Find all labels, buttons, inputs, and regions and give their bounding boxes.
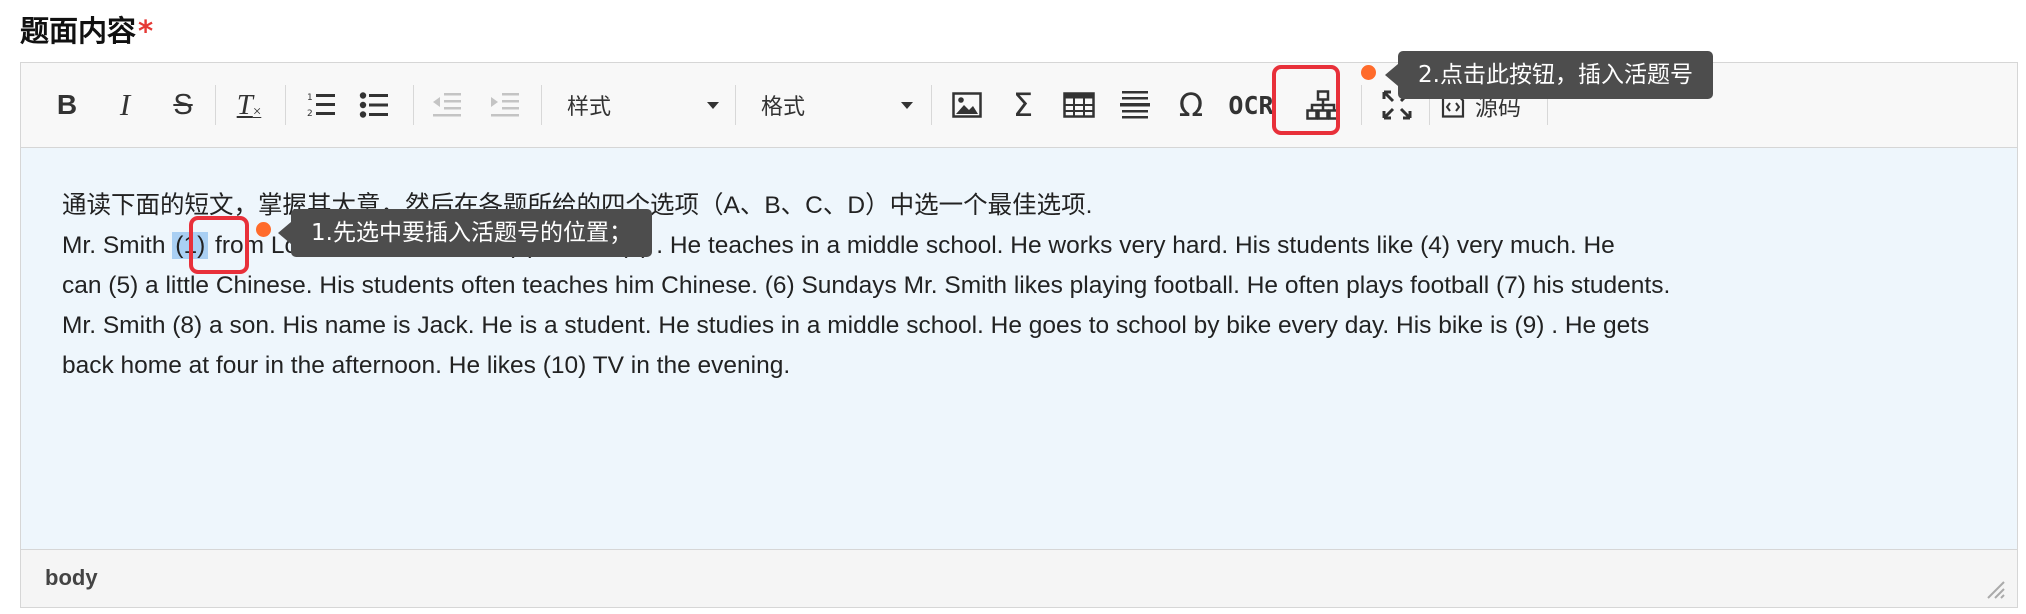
sigma-icon: Σ: [1012, 86, 1034, 124]
field-label: 题面内容*: [20, 8, 153, 50]
toolbar-separator: [735, 85, 736, 125]
toolbar-separator: [215, 85, 216, 125]
resize-grip-icon[interactable]: [1985, 579, 2005, 599]
insert-image-button[interactable]: [945, 81, 989, 129]
selection-highlight-box: [189, 216, 249, 274]
editor-toolbar: B I S T × 1 2 样式 格式 Σ Ω OCR 源码: [21, 63, 2017, 148]
toolbar-separator: [285, 85, 286, 125]
passage-line: Mr. Smith (8) a son. His name is Jack. H…: [62, 312, 1650, 339]
style-dropdown-label: 样式: [567, 95, 612, 120]
format-dropdown-label: 格式: [761, 95, 806, 120]
ocr-button[interactable]: OCR: [1223, 81, 1279, 129]
passage-line: back home at four in the afternoon. He l…: [62, 352, 791, 379]
required-mark: *: [138, 14, 154, 48]
element-path[interactable]: body: [45, 565, 98, 591]
style-dropdown[interactable]: 样式: [549, 83, 719, 127]
outdent-icon: [433, 93, 461, 117]
table-icon: [1063, 92, 1095, 118]
passage-line: can (5) a little Chinese. His students o…: [62, 272, 1671, 299]
marker-dot: [1361, 65, 1376, 80]
bullet-list-icon: [359, 92, 388, 118]
ordered-list-icon: 1 2: [307, 93, 335, 119]
rich-text-editor: B I S T × 1 2 样式 格式 Σ Ω OCR 源码 通读下面的短文，掌…: [20, 62, 2018, 608]
remove-format-button[interactable]: T ×: [227, 81, 271, 129]
field-label-text: 题面内容: [20, 14, 137, 48]
toolbar-separator: [931, 85, 932, 125]
outdent-button[interactable]: [425, 81, 469, 129]
marker-dot: [256, 222, 271, 237]
horizontal-lines-icon: [1120, 91, 1150, 119]
strikethrough-button[interactable]: S: [163, 81, 203, 129]
toolbar-separator: [541, 85, 542, 125]
omega-icon: Ω: [1178, 86, 1204, 124]
svg-text:2: 2: [307, 109, 313, 119]
special-char-button[interactable]: Ω: [1169, 81, 1213, 129]
insert-table-button[interactable]: [1057, 81, 1101, 129]
step1-tooltip: 1.先选中要插入活题号的位置；: [278, 209, 652, 257]
remove-format-x-icon: ×: [252, 103, 262, 120]
remove-format-label: T: [236, 88, 253, 121]
chevron-down-icon: [707, 101, 719, 109]
editor-statusbar: body: [21, 549, 2017, 607]
image-icon: [952, 92, 982, 118]
ordered-list-button[interactable]: 1 2: [299, 81, 345, 129]
passage-line-start: Mr. Smith: [62, 232, 166, 259]
toolbar-separator: [1361, 85, 1362, 125]
svg-text:1: 1: [307, 93, 313, 103]
italic-button[interactable]: I: [107, 81, 143, 129]
bullet-list-button[interactable]: [351, 81, 397, 129]
indent-button[interactable]: [483, 81, 527, 129]
step2-tooltip: 2.点击此按钮，插入活题号: [1385, 51, 1713, 99]
format-dropdown[interactable]: 格式: [743, 83, 913, 127]
indent-icon: [491, 93, 519, 117]
bold-button[interactable]: B: [49, 81, 85, 129]
horizontal-line-button[interactable]: [1113, 81, 1157, 129]
insert-formula-button[interactable]: Σ: [1001, 81, 1045, 129]
button-highlight-box: [1272, 65, 1340, 135]
chevron-down-icon: [901, 101, 913, 109]
toolbar-separator: [413, 85, 414, 125]
